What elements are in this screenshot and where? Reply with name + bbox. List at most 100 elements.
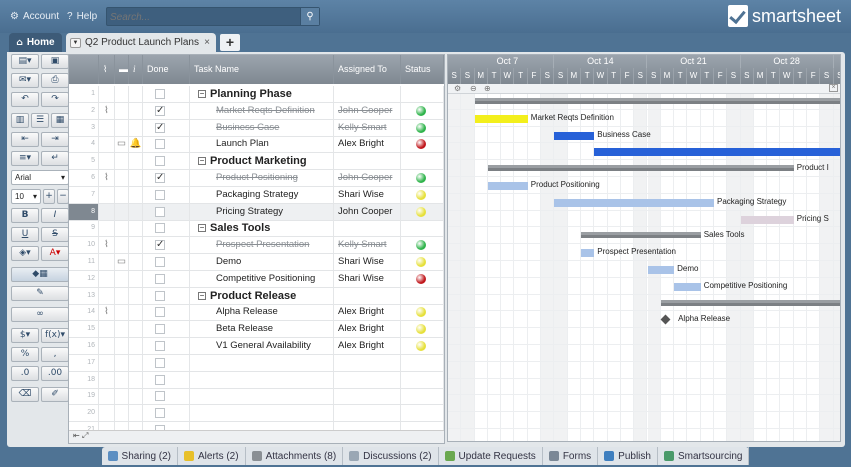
row-number[interactable]: 3 bbox=[69, 119, 99, 136]
table-row[interactable]: 8 Pricing Strategy John Cooper bbox=[69, 203, 444, 221]
search-input[interactable] bbox=[110, 10, 300, 24]
table-row[interactable]: 16 V1 General Availability Alex Bright bbox=[69, 338, 444, 355]
grid-view-button[interactable]: ▥ bbox=[11, 113, 29, 128]
task-bar[interactable] bbox=[554, 131, 595, 140]
done-cell[interactable] bbox=[143, 102, 190, 119]
bottom-tab-sharing[interactable]: Sharing (2) bbox=[102, 447, 179, 465]
assigned-cell[interactable]: John Cooper bbox=[334, 203, 401, 220]
status-cell[interactable] bbox=[401, 354, 444, 371]
status-cell[interactable] bbox=[401, 287, 444, 304]
done-checkbox[interactable] bbox=[155, 341, 165, 351]
bottom-tab-publish[interactable]: Publish bbox=[598, 447, 658, 465]
done-cell[interactable] bbox=[143, 153, 190, 170]
formula-button[interactable]: f(x)▾ bbox=[41, 328, 69, 343]
task-cell[interactable]: Market Reqts Definition bbox=[190, 102, 334, 119]
row-number[interactable]: 10 bbox=[69, 237, 99, 254]
assigned-cell[interactable] bbox=[334, 405, 401, 422]
clear-format-button[interactable]: ⌫ bbox=[11, 387, 39, 402]
decrease-decimal-button[interactable]: .0 bbox=[11, 366, 39, 381]
strikethrough-button[interactable]: S bbox=[41, 227, 69, 242]
task-cell[interactable]: Business Case bbox=[190, 119, 334, 136]
alert-cell[interactable] bbox=[129, 338, 143, 354]
collapse-icon[interactable]: − bbox=[198, 224, 206, 233]
attachment-col-header[interactable]: ⌇ bbox=[99, 55, 115, 84]
task-bar[interactable] bbox=[740, 215, 794, 224]
assigned-cell[interactable]: Shari Wise bbox=[334, 270, 401, 287]
attachment-cell[interactable] bbox=[99, 287, 115, 304]
attachment-cell[interactable]: ⌇ bbox=[99, 304, 115, 321]
assigned-cell[interactable] bbox=[334, 220, 401, 237]
task-cell[interactable] bbox=[190, 354, 334, 371]
close-tab-icon[interactable]: × bbox=[204, 37, 210, 48]
comment-cell[interactable] bbox=[115, 203, 129, 220]
calendar-view-button[interactable]: ▦ bbox=[51, 113, 69, 128]
done-checkbox[interactable] bbox=[155, 408, 165, 419]
done-checkbox[interactable] bbox=[155, 170, 165, 186]
currency-button[interactable]: $▾ bbox=[11, 328, 39, 343]
comment-cell[interactable] bbox=[115, 321, 129, 338]
attachment-cell[interactable]: ⌇ bbox=[99, 237, 115, 254]
done-cell[interactable] bbox=[143, 186, 190, 203]
alert-cell[interactable] bbox=[129, 321, 143, 338]
alert-cell[interactable] bbox=[129, 119, 143, 136]
zoom-in-icon[interactable]: ⊕ bbox=[484, 84, 491, 93]
alert-cell[interactable] bbox=[129, 86, 143, 102]
comment-cell[interactable] bbox=[115, 220, 129, 237]
comment-col-header[interactable]: ▬ bbox=[115, 55, 129, 84]
table-row[interactable]: 14 ⌇ Alpha Release Alex Bright bbox=[69, 304, 444, 322]
alert-cell[interactable] bbox=[129, 304, 143, 321]
status-cell[interactable] bbox=[401, 119, 444, 136]
assigned-col-header[interactable]: Assigned To bbox=[334, 55, 401, 84]
task-bar[interactable] bbox=[487, 182, 528, 190]
task-cell[interactable]: Demo bbox=[190, 254, 334, 270]
done-checkbox[interactable] bbox=[155, 374, 165, 385]
attachment-cell[interactable]: ⌇ bbox=[99, 102, 115, 119]
expand-icon[interactable]: ⤢ bbox=[82, 431, 88, 440]
increase-decimal-button[interactable]: .00 bbox=[41, 366, 69, 381]
table-row[interactable]: 19 bbox=[69, 388, 444, 406]
row-number[interactable]: 16 bbox=[69, 338, 99, 354]
assigned-cell[interactable]: Shari Wise bbox=[334, 254, 401, 270]
attachment-cell[interactable] bbox=[99, 186, 115, 203]
table-row[interactable]: 9 − Sales Tools bbox=[69, 220, 444, 238]
status-cell[interactable] bbox=[401, 304, 444, 321]
table-row[interactable]: 3 Business Case Kelly Smart bbox=[69, 119, 444, 137]
status-col-header[interactable]: Status bbox=[401, 55, 444, 84]
row-number[interactable]: 19 bbox=[69, 388, 99, 405]
row-number[interactable]: 15 bbox=[69, 321, 99, 338]
task-cell[interactable]: Packaging Strategy bbox=[190, 186, 334, 203]
highlight-button[interactable]: ✎ bbox=[11, 286, 69, 301]
info-col-header[interactable]: i bbox=[129, 55, 143, 84]
collapse-icon[interactable]: − bbox=[198, 157, 206, 166]
status-cell[interactable] bbox=[401, 203, 444, 220]
status-cell[interactable] bbox=[401, 254, 444, 270]
assigned-cell[interactable] bbox=[334, 153, 401, 170]
attachment-cell[interactable] bbox=[99, 136, 115, 153]
save-button[interactable]: ▣ bbox=[41, 54, 69, 69]
task-cell[interactable]: Prospect Presentation bbox=[190, 237, 334, 254]
alert-cell[interactable] bbox=[129, 254, 143, 270]
font-select[interactable]: Arial bbox=[11, 170, 69, 185]
done-cell[interactable] bbox=[143, 287, 190, 304]
done-checkbox[interactable] bbox=[155, 89, 165, 99]
done-checkbox[interactable] bbox=[155, 307, 165, 318]
task-bar[interactable] bbox=[581, 249, 595, 258]
row-number[interactable]: 14 bbox=[69, 304, 99, 321]
row-number[interactable]: 8 bbox=[69, 203, 99, 220]
attachment-cell[interactable]: ⌇ bbox=[99, 170, 115, 186]
table-row[interactable]: 1 − Planning Phase bbox=[69, 86, 444, 103]
assigned-cell[interactable] bbox=[334, 371, 401, 388]
assigned-cell[interactable] bbox=[334, 287, 401, 304]
bottom-tab-attachments[interactable]: Attachments (8) bbox=[246, 447, 344, 465]
account-link[interactable]: ⚙ Account bbox=[10, 11, 59, 22]
task-cell[interactable]: Beta Release bbox=[190, 321, 334, 338]
comment-cell[interactable] bbox=[115, 354, 129, 371]
row-number[interactable]: 17 bbox=[69, 354, 99, 371]
done-cell[interactable] bbox=[143, 203, 190, 220]
assigned-cell[interactable]: John Cooper bbox=[334, 102, 401, 119]
done-cell[interactable] bbox=[143, 371, 190, 388]
task-bar[interactable] bbox=[594, 148, 840, 157]
comment-cell[interactable] bbox=[115, 287, 129, 304]
table-row[interactable]: 11 ▭ Demo Shari Wise bbox=[69, 254, 444, 271]
done-checkbox[interactable] bbox=[155, 273, 165, 284]
